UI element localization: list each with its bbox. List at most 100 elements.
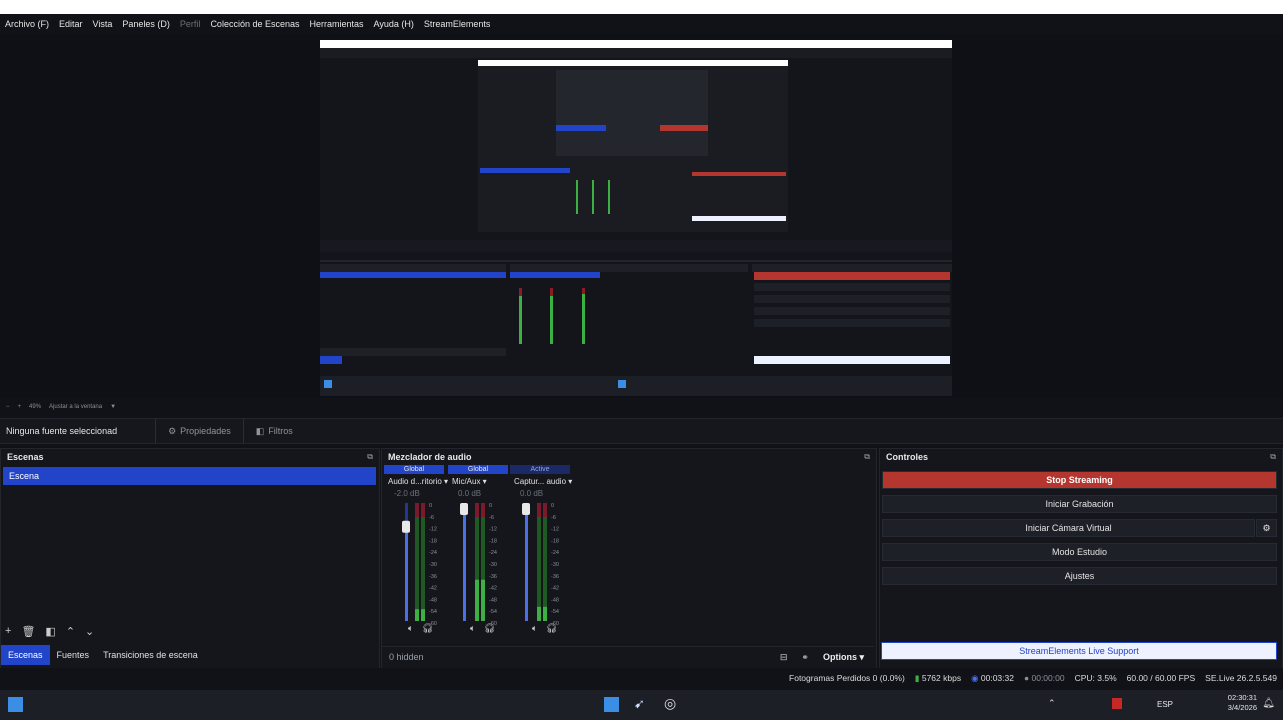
start-recording-button[interactable]: Iniciar Grabación [882,495,1277,513]
chevron-down-icon[interactable]: ⌄ [85,625,94,638]
filter-icon[interactable]: ◧ [45,625,55,638]
meter-scale-label: -6 [551,515,556,521]
start-virtual-camera-button[interactable]: Iniciar Cámara Virtual [882,519,1255,537]
mixer-channel: Global Audio d...ritorio ▾ -2.0 dB 0 -6 -1… [384,465,448,640]
menu-herramientas[interactable]: Herramientas [305,19,369,29]
record-timer: ● 00:00:00 [1024,673,1065,683]
stop-streaming-button[interactable]: Stop Streaming [882,471,1277,489]
speaker-icon[interactable]: 🔈︎ [408,623,413,633]
menu-editar[interactable]: Editar [54,19,88,29]
menu-vista[interactable]: Vista [88,19,118,29]
obs-icon[interactable]: ◎ [664,695,676,712]
studio-mode-button[interactable]: Modo Estudio [882,543,1277,561]
meter-scale-label: -36 [429,574,437,580]
channel-name[interactable]: Mic/Aux ▾ [448,474,508,486]
tab-transiciones[interactable]: Transiciones de escena [96,645,205,665]
cpu-usage: CPU: 3.5% [1074,673,1117,683]
menu-paneles[interactable]: Paneles (D) [117,19,175,29]
scene-list-item[interactable]: Escena [3,467,376,485]
channel-scope: Active [510,465,570,474]
preview-image [320,40,952,396]
meter-scale-label: -18 [429,538,437,544]
trash-icon[interactable]: 🗑 [21,625,35,638]
channel-name[interactable]: Audio d...ritorio ▾ [384,474,448,486]
audio-mixer-dock: Mezclador de audio ⧉ Global Audio d...ri… [381,448,877,670]
hidden-count: 0 hidden [389,652,424,662]
filters-button[interactable]: ◧ Filtros [242,419,305,443]
headphones-icon[interactable]: 🎧︎ [422,623,433,633]
menu-archivo[interactable]: Archivo (F) [0,19,54,29]
meter-bar-r [543,503,547,621]
meter-scale-label: -48 [489,597,497,603]
menu-perfil[interactable]: Perfil [175,19,206,29]
channel-name-label: Captur... audio [514,477,567,486]
undock-icon[interactable]: ⧉ [1270,452,1276,462]
notification-icon[interactable]: 🔔︎ [1262,698,1275,709]
gear-icon: ⚙ [1262,522,1271,533]
meter-level-r [421,609,425,621]
meter-scale: 0-6-12-18-24-30-36-42-48-54-60 [429,503,437,627]
status-bar: Fotogramas Perdidos 0 (0.0%) ▮ 5762 kbps… [0,668,1283,688]
broadcast-icon: ◉ [971,672,979,683]
record-time-label: 00:00:00 [1031,673,1065,683]
channel-name-label: Audio d...ritorio [388,477,442,486]
zoom-fit-dropdown[interactable]: Ajustar a la ventana [49,404,102,410]
menu-streamelements[interactable]: StreamElements [419,19,496,29]
meter-peak-l [415,503,419,517]
zoom-out-icon[interactable]: − [6,404,10,410]
meter-bar-l [415,503,419,621]
live-support-button[interactable]: StreamElements Live Support [881,642,1277,660]
tray-app-icon[interactable] [1112,698,1122,709]
volume-meter[interactable]: 0-6-12-18-24-30-36-42-48-54-60 [448,498,508,638]
taskbar: ➹ ◎ ⌃ ESP 02:30:31 3/4/2026 🔔︎ [0,690,1283,720]
meter-bar-l [537,503,541,621]
scenes-title: Escenas [7,452,44,462]
options-button[interactable]: Options ▾ [823,652,864,663]
add-icon[interactable]: + [5,625,11,638]
meter-bar-r [421,503,425,621]
headphones-icon[interactable]: 🎧︎ [546,623,557,633]
chevron-up-icon[interactable]: ⌃ [66,625,75,638]
steam-icon[interactable]: ➹ [634,696,645,712]
headphones-icon[interactable]: 🎧︎ [484,623,495,633]
chevron-down-icon[interactable]: ▼ [110,404,116,410]
tab-fuentes[interactable]: Fuentes [50,645,97,665]
mixer-footer: 0 hidden ⊟ ⚭ Options ▾ [382,646,874,667]
language-indicator[interactable]: ESP [1157,700,1173,709]
program-preview[interactable] [320,40,952,396]
fader-knob[interactable] [522,503,530,515]
speaker-icon[interactable]: 🔈︎ [470,623,475,633]
tab-escenas[interactable]: Escenas [1,645,50,665]
volume-meter[interactable]: 0-6-12-18-24-30-36-42-48-54-60 [510,498,570,638]
layout-icon[interactable]: ⊟ [780,652,788,663]
mixer-title: Mezclador de audio [388,452,472,462]
channel-name[interactable]: Captur... audio ▾ [510,474,572,486]
scenes-header: Escenas ⧉ [1,449,379,465]
menu-ayuda[interactable]: Ayuda (H) [369,19,419,29]
fader-knob[interactable] [460,503,468,515]
chevron-up-icon[interactable]: ⌃ [1048,698,1056,709]
bitrate-indicator: ▮ 5762 kbps [915,673,961,684]
properties-button[interactable]: ⚙ Propiedades [155,419,243,443]
fader-knob[interactable] [402,520,410,533]
meter-level-l [475,579,479,621]
settings-button[interactable]: Ajustes [882,567,1277,585]
zoom-in-icon[interactable]: + [18,404,22,410]
start-icon[interactable] [8,697,23,712]
volume-meter[interactable]: 0-6-12-18-24-30-36-42-48-54-60 [384,498,444,638]
menu-coleccion[interactable]: Colección de Escenas [205,19,304,29]
speaker-icon[interactable]: 🔈︎ [532,623,537,633]
link-icon[interactable]: ⚭ [801,652,809,663]
zoom-percent: 49% [29,404,42,410]
windows-icon[interactable] [604,697,619,712]
channel-scope: Global [448,465,508,474]
dropped-frames: Fotogramas Perdidos 0 (0.0%) [789,673,905,683]
zoom-bar: − + 49% Ajustar a la ventana ▼ [0,400,306,414]
system-clock[interactable]: 02:30:31 3/4/2026 [1228,693,1257,713]
virtual-camera-settings-button[interactable]: ⚙ [1256,519,1277,537]
meter-scale-label: -48 [551,597,559,603]
undock-icon[interactable]: ⧉ [367,452,373,462]
app-version: SE.Live 26.2.5.549 [1205,673,1277,683]
meter-scale-label: -36 [551,574,559,580]
undock-icon[interactable]: ⧉ [864,452,870,462]
